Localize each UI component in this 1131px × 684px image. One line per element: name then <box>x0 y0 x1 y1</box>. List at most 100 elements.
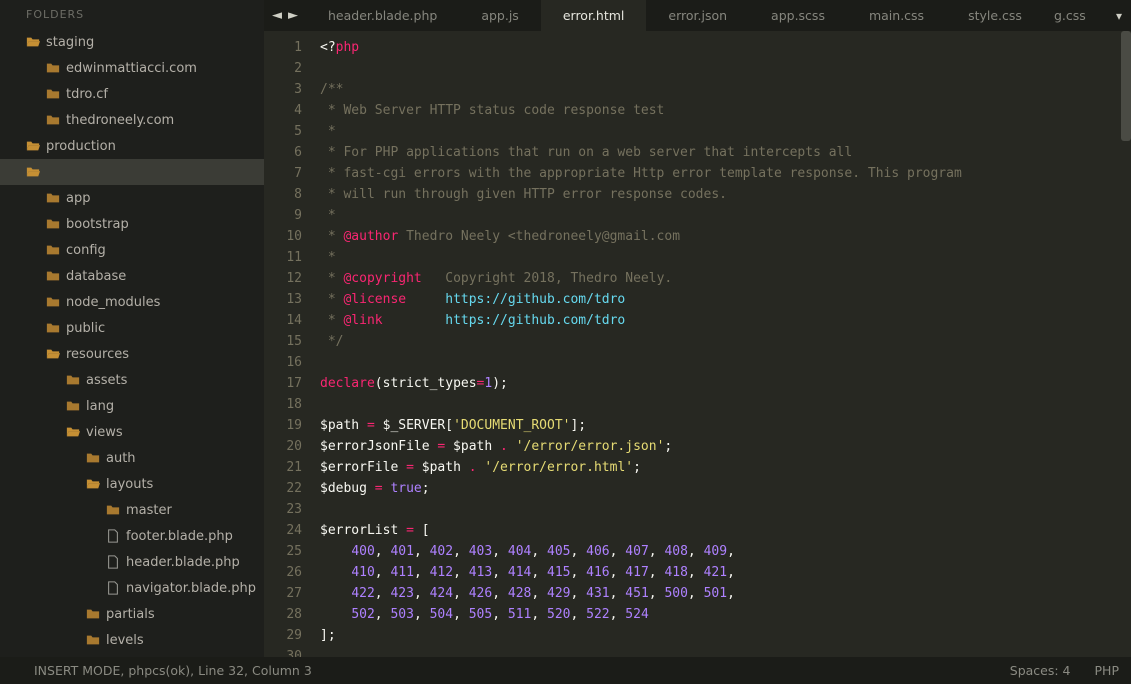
tree-item-label: levels <box>106 633 144 648</box>
folder-item[interactable]: app <box>0 185 264 211</box>
code-line: $errorList = [ <box>320 520 1121 541</box>
code-content[interactable]: <?php/** * Web Server HTTP status code r… <box>316 31 1121 657</box>
tree-item-label: database <box>66 269 126 284</box>
editor-pane: ◄ ► header.blade.phpapp.jserror.htmlerro… <box>264 0 1131 657</box>
status-mode-text: INSERT MODE, phpcs(ok), Line 32, Column … <box>34 663 312 678</box>
line-number: 7 <box>264 163 302 184</box>
tree-item-label: staging <box>46 35 94 50</box>
tree-item-label: production <box>46 139 116 154</box>
folder-icon <box>46 217 60 231</box>
tree-item-label: config <box>66 243 106 258</box>
tab[interactable]: app.scss <box>749 0 847 31</box>
folder-item[interactable]: edwinmattiacci.com <box>0 55 264 81</box>
folder-icon <box>46 191 60 205</box>
tab-label: g.css <box>1054 8 1086 23</box>
tree-item-label: edwinmattiacci.com <box>66 61 197 76</box>
tab-label: style.css <box>968 8 1022 23</box>
file-item[interactable]: navigator.blade.php <box>0 575 264 601</box>
line-number: 25 <box>264 541 302 562</box>
line-number: 8 <box>264 184 302 205</box>
folder-icon <box>86 451 100 465</box>
line-number: 15 <box>264 331 302 352</box>
status-syntax[interactable]: PHP <box>1095 663 1119 678</box>
folder-item[interactable]: assets <box>0 367 264 393</box>
line-number: 5 <box>264 121 302 142</box>
line-number: 21 <box>264 457 302 478</box>
folder-tree: staging edwinmattiacci.com tdro.cf thedrone… <box>0 27 264 655</box>
folder-item[interactable]: layouts <box>0 471 264 497</box>
folder-item[interactable]: bootstrap <box>0 211 264 237</box>
code-line: * Web Server HTTP status code response t… <box>320 100 1121 121</box>
tab-nav: ◄ ► <box>264 0 306 31</box>
folder-icon <box>46 61 60 75</box>
vertical-scrollbar[interactable] <box>1121 31 1131 657</box>
file-item[interactable]: footer.blade.php <box>0 523 264 549</box>
line-number: 24 <box>264 520 302 541</box>
code-line: * will run through given HTTP error resp… <box>320 184 1121 205</box>
folder-item[interactable]: public <box>0 315 264 341</box>
tab[interactable]: main.css <box>847 0 946 31</box>
tree-item-label: auth <box>106 451 136 466</box>
line-number: 1 <box>264 37 302 58</box>
folder-icon <box>46 321 60 335</box>
folder-item[interactable]: tdro.cf <box>0 81 264 107</box>
tab[interactable]: g.css <box>1044 0 1092 31</box>
code-line: 400, 401, 402, 403, 404, 405, 406, 407, … <box>320 541 1121 562</box>
line-number: 17 <box>264 373 302 394</box>
tab[interactable]: error.json <box>646 0 749 31</box>
line-number: 16 <box>264 352 302 373</box>
tab-next-icon[interactable]: ► <box>288 8 298 23</box>
line-number: 19 <box>264 415 302 436</box>
code-line <box>320 499 1121 520</box>
folder-item[interactable]: levels <box>0 627 264 653</box>
tab-prev-icon[interactable]: ◄ <box>272 8 282 23</box>
line-number: 2 <box>264 58 302 79</box>
code-line <box>320 646 1121 657</box>
tree-item-label: layouts <box>106 477 153 492</box>
file-item[interactable]: header.blade.php <box>0 549 264 575</box>
folder-item[interactable]: config <box>0 237 264 263</box>
status-indent[interactable]: Spaces: 4 <box>1010 663 1071 678</box>
tree-item-label <box>46 165 100 180</box>
folder-icon <box>66 373 80 387</box>
code-line: * @copyright Copyright 2018, Thedro Neel… <box>320 268 1121 289</box>
folder-item[interactable]: partials <box>0 601 264 627</box>
folder-item[interactable]: master <box>0 497 264 523</box>
folder-open-icon <box>26 165 40 179</box>
tab[interactable]: header.blade.php <box>306 0 459 31</box>
folder-open-icon <box>86 477 100 491</box>
line-number-gutter: 1234567891011121314151617181920212223242… <box>264 31 316 657</box>
line-number: 9 <box>264 205 302 226</box>
code-line: * @author Thedro Neely <thedroneely@gmai… <box>320 226 1121 247</box>
code-line: $errorJsonFile = $path . '/error/error.j… <box>320 436 1121 457</box>
tree-item-label: thedroneely.com <box>66 113 174 128</box>
folder-open-icon <box>46 347 60 361</box>
folder-item[interactable] <box>0 159 264 185</box>
tree-item-label: lang <box>86 399 114 414</box>
folder-item[interactable]: auth <box>0 445 264 471</box>
code-line: $path = $_SERVER['DOCUMENT_ROOT']; <box>320 415 1121 436</box>
folder-open-icon <box>26 139 40 153</box>
folder-item[interactable]: resources <box>0 341 264 367</box>
folder-icon <box>46 113 60 127</box>
folder-item[interactable]: views <box>0 419 264 445</box>
folder-item[interactable]: node_modules <box>0 289 264 315</box>
folder-item[interactable]: production <box>0 133 264 159</box>
tab-overflow-icon[interactable]: ▾ <box>1107 0 1131 31</box>
folder-item[interactable]: database <box>0 263 264 289</box>
tree-item-label: tdro.cf <box>66 87 108 102</box>
code-line <box>320 58 1121 79</box>
line-number: 10 <box>264 226 302 247</box>
tab[interactable]: app.js <box>459 0 541 31</box>
code-line: 422, 423, 424, 426, 428, 429, 431, 451, … <box>320 583 1121 604</box>
code-line: $errorFile = $path . '/error/error.html'… <box>320 457 1121 478</box>
folder-item[interactable]: staging <box>0 29 264 55</box>
tab[interactable]: style.css <box>946 0 1044 31</box>
folder-item[interactable]: lang <box>0 393 264 419</box>
code-line: * <box>320 247 1121 268</box>
folder-item[interactable]: thedroneely.com <box>0 107 264 133</box>
code-line <box>320 352 1121 373</box>
tab[interactable]: error.html <box>541 0 647 31</box>
code-line: 502, 503, 504, 505, 511, 520, 522, 524 <box>320 604 1121 625</box>
file-icon <box>106 555 120 569</box>
